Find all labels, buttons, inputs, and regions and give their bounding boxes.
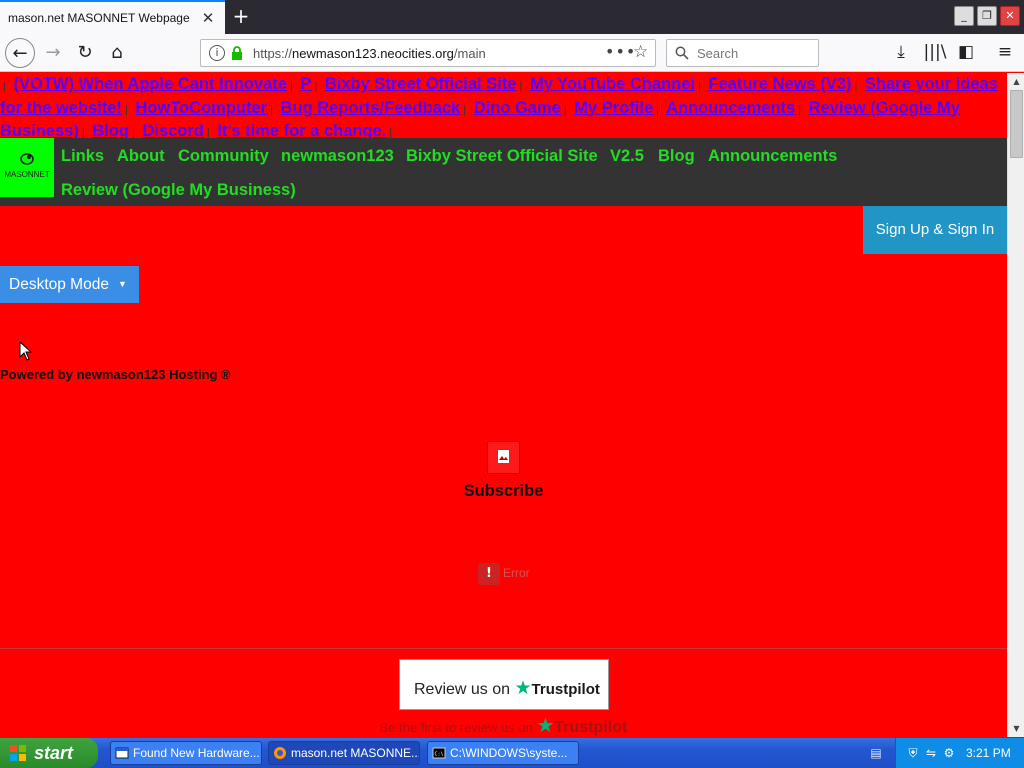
library-icon[interactable]: |||\ xyxy=(921,38,949,66)
nav-bixby-street[interactable]: Bixby Street Official Site xyxy=(406,147,598,166)
trustpilot-review-label: Review us on ★Trustpilot xyxy=(414,678,600,699)
forward-icon[interactable]: → xyxy=(38,38,68,68)
top-link-feature-news[interactable]: Feature News (V3) xyxy=(708,75,851,93)
scroll-down-icon[interactable]: ▼ xyxy=(1008,720,1024,737)
security-shield-icon[interactable]: ⛨ xyxy=(906,746,920,760)
tab-bar: mason.net MASONNET Webpage ✕ + _ ❐ ✕ xyxy=(0,0,1024,34)
caret-down-icon: ▼ xyxy=(118,279,127,289)
error-icon: ! xyxy=(478,563,500,585)
nav-links[interactable]: Links xyxy=(61,147,104,166)
tab-title: mason.net MASONNET Webpage xyxy=(8,11,190,25)
powered-by-text: Powered by newmason123 Hosting ® xyxy=(0,367,231,382)
search-input[interactable]: Search xyxy=(666,39,819,67)
windows-flag-icon xyxy=(10,745,26,761)
restore-icon[interactable]: ❐ xyxy=(977,6,997,26)
url-text: https://newmason123.neocities.org/main xyxy=(253,46,486,61)
logo-icon xyxy=(20,153,34,165)
start-button[interactable]: start xyxy=(0,738,98,768)
network-icon[interactable]: ⇋ xyxy=(924,746,938,760)
top-link-bixby[interactable]: Bixby Street Official Site xyxy=(325,75,517,93)
system-tray: ⛨ ⇋ ⚙ 3:21 PM xyxy=(895,738,1024,768)
search-placeholder: Search xyxy=(697,46,739,61)
firefox-icon xyxy=(274,747,286,759)
nav-newmason123[interactable]: newmason123 xyxy=(281,147,394,166)
download-icon[interactable]: ⤓ xyxy=(887,38,915,66)
top-link-dino-game[interactable]: Dino Game xyxy=(474,99,561,117)
window-close-icon[interactable]: ✕ xyxy=(1000,6,1020,26)
divider xyxy=(0,648,1007,649)
window-icon xyxy=(115,747,129,759)
reload-icon[interactable]: ↻ xyxy=(70,38,100,68)
url-bar[interactable]: i https://newmason123.neocities.org/main… xyxy=(200,39,656,67)
masonnet-logo[interactable]: MASONNET xyxy=(0,138,54,197)
sign-up-sign-in-button[interactable]: Sign Up & Sign In xyxy=(863,206,1007,254)
taskbar: start Found New Hardware... mason.net MA… xyxy=(0,738,1024,768)
top-link-howtocomputer[interactable]: HowToComputer xyxy=(135,99,267,117)
hardware-icon[interactable]: ⚙ xyxy=(942,746,956,760)
top-link-bug-reports[interactable]: Bug Reports/Feedback xyxy=(281,99,461,117)
error-text: Error xyxy=(503,566,530,580)
broken-image-icon[interactable] xyxy=(487,441,520,474)
task-found-new-hardware[interactable]: Found New Hardware... xyxy=(110,741,262,765)
svg-text:C:\: C:\ xyxy=(435,752,444,758)
nav-announcements[interactable]: Announcements xyxy=(708,147,837,166)
trustpilot-star-icon: ★ xyxy=(536,715,555,737)
search-icon xyxy=(675,46,689,60)
clock: 3:21 PM xyxy=(966,746,1011,760)
back-icon[interactable]: ← xyxy=(5,38,35,68)
web-page: | (VOTW) When Apple Cant Innovate | P | Bi… xyxy=(0,73,1007,737)
vertical-scrollbar[interactable]: ▲ ▼ xyxy=(1007,73,1024,737)
navigation-toolbar: ← → ↻ ⌂ i https://newmason123.neocities.… xyxy=(0,34,1024,72)
nav-blog[interactable]: Blog xyxy=(658,147,695,166)
mouse-cursor-icon xyxy=(19,341,32,361)
task-firefox-masonnet[interactable]: mason.net MASONNE... xyxy=(268,741,420,765)
trustpilot-first-review[interactable]: Be the first to review us on ★Trustpilot xyxy=(0,713,1007,737)
task-command-prompt[interactable]: C:\ C:\WINDOWS\syste... xyxy=(427,741,579,765)
minimize-icon[interactable]: _ xyxy=(954,6,974,26)
trustpilot-star-icon: ★ xyxy=(514,678,532,699)
trustpilot-review-button[interactable]: Review us on ★Trustpilot xyxy=(399,659,609,710)
nav-about[interactable]: About xyxy=(117,147,165,166)
desktop-mode-dropdown[interactable]: Desktop Mode ▼ xyxy=(0,266,139,303)
scroll-up-icon[interactable]: ▲ xyxy=(1008,73,1024,90)
top-links-bar: | (VOTW) When Apple Cant Innovate | P | Bi… xyxy=(0,75,998,140)
page-actions-icon[interactable]: ••• xyxy=(605,42,636,61)
logo-text: MASONNET xyxy=(4,170,50,179)
sidebar-icon[interactable]: ◧ xyxy=(952,38,980,66)
site-navbar: MASONNET Links About Community newmason1… xyxy=(0,138,1007,206)
scroll-thumb[interactable] xyxy=(1010,90,1023,158)
desktop-mode-label: Desktop Mode xyxy=(9,276,109,293)
nav-community[interactable]: Community xyxy=(178,147,269,166)
info-icon[interactable]: i xyxy=(209,45,225,61)
subscribe-title: Subscribe xyxy=(463,482,544,500)
home-icon[interactable]: ⌂ xyxy=(102,38,132,68)
top-link-my-profile[interactable]: My Profile xyxy=(574,99,653,117)
menu-icon[interactable]: ≡ xyxy=(991,38,1019,66)
top-link-announcements[interactable]: Announcements xyxy=(666,99,795,117)
bookmark-star-icon[interactable]: ☆ xyxy=(633,42,648,62)
start-label: start xyxy=(34,743,74,763)
tab-active[interactable]: mason.net MASONNET Webpage ✕ xyxy=(0,0,225,34)
tab-close-icon[interactable]: ✕ xyxy=(198,8,218,28)
new-tab-icon[interactable]: + xyxy=(229,5,253,29)
lock-icon xyxy=(232,46,242,60)
keyboard-icon[interactable]: ▤ xyxy=(869,746,883,760)
top-link-votw[interactable]: (VOTW) When Apple Cant Innovate xyxy=(13,75,286,93)
nav-v25[interactable]: V2.5 xyxy=(610,147,644,166)
command-prompt-icon: C:\ xyxy=(432,747,446,759)
nav-review-google[interactable]: Review (Google My Business) xyxy=(61,181,296,200)
top-link-youtube[interactable]: My YouTube Channel xyxy=(530,75,695,93)
top-link-p[interactable]: P xyxy=(300,75,311,93)
